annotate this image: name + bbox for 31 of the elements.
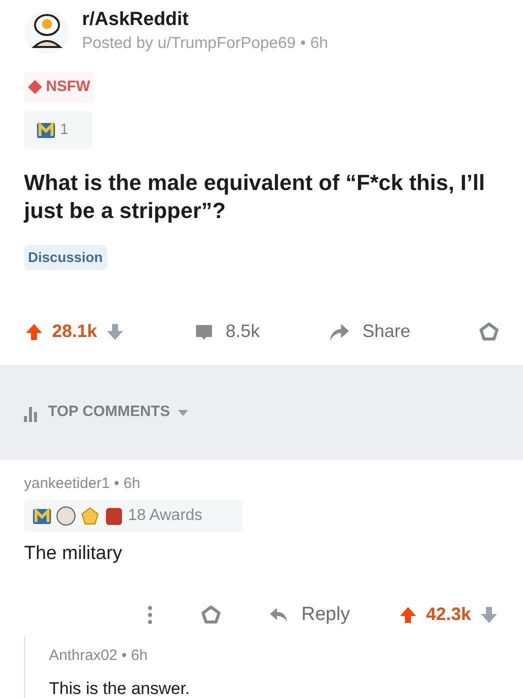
downvote-icon[interactable] (479, 604, 499, 625)
share-button[interactable]: Share (328, 318, 410, 345)
awards-box[interactable]: 1 (24, 110, 92, 149)
downvote-icon[interactable] (105, 322, 126, 342)
share-icon (328, 322, 350, 342)
comment-author[interactable]: yankeetider1 • 6h (24, 475, 140, 492)
award-drawing (56, 505, 124, 527)
awards-box[interactable]: 18 Awards (24, 500, 242, 532)
medal-icon (32, 507, 52, 525)
comment-text: The military (24, 542, 124, 566)
vote-score: 28.1k (52, 320, 98, 343)
reply-icon (269, 606, 290, 623)
post-title: What is the male equivalent of “F*ck this, I’ll just be a stripper”? (24, 169, 486, 225)
subreddit-name[interactable]: r/AskReddit (82, 8, 328, 32)
vote-score: 42.3k (426, 603, 471, 626)
comment-author[interactable]: Anthrax02 • 6h (49, 645, 499, 668)
upvote-icon[interactable] (398, 604, 418, 625)
comment-count: 8.5k (226, 320, 260, 343)
reply-button[interactable]: Reply (269, 600, 350, 629)
warning-icon (28, 80, 42, 94)
medal-icon (36, 120, 56, 139)
flair-tag: Discussion (24, 245, 107, 270)
post-meta: Posted by u/TrumpForPope69 • 6h (82, 34, 328, 54)
more-options-icon[interactable] (147, 604, 154, 625)
subreddit-avatar-icon[interactable] (24, 9, 70, 55)
award-icon (201, 604, 222, 625)
caret-icon (178, 410, 188, 416)
comment-text: This is the answer. (49, 678, 191, 698)
upvote-icon[interactable] (24, 322, 44, 342)
sort-dropdown[interactable]: TOP COMMENTS (48, 401, 188, 424)
award-icon (479, 322, 499, 342)
